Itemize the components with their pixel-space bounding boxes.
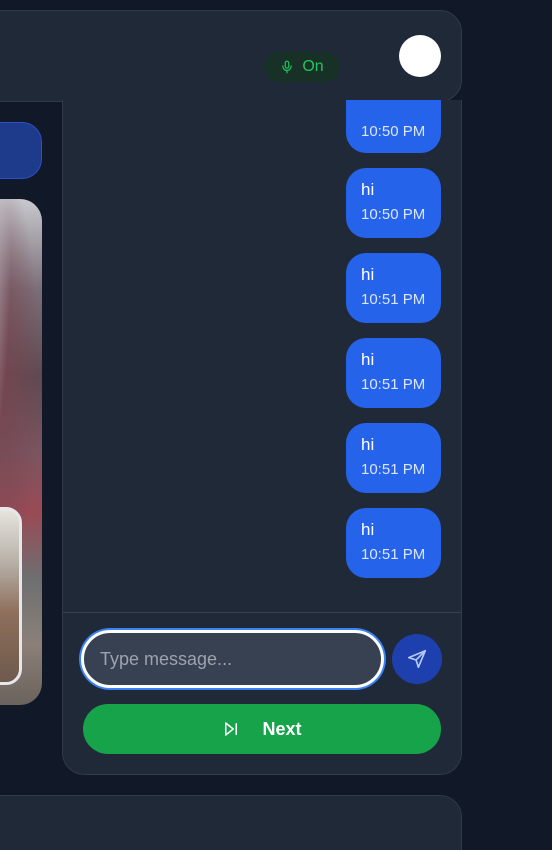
bottom-panel <box>0 795 462 850</box>
message-input[interactable] <box>81 630 384 688</box>
message-time: 10:50 PM <box>361 206 426 223</box>
header-bar: On <box>0 10 462 102</box>
mic-status-label: On <box>302 58 324 75</box>
message-text: hi <box>361 265 375 284</box>
local-video-preview <box>0 507 22 685</box>
message-bubble: hi 10:51 PM <box>346 508 441 578</box>
message-bubble: hi 10:51 PM <box>346 338 441 408</box>
composer-row <box>63 630 461 690</box>
send-button[interactable] <box>392 634 442 684</box>
send-icon <box>407 649 427 669</box>
chat-panel: 10:50 PM hi 10:50 PM hi 10:51 PM hi 10:5… <box>62 100 462 775</box>
message-text: hi <box>361 350 375 369</box>
message-bubble: hi 10:51 PM <box>346 423 441 493</box>
next-button-label: Next <box>262 718 302 739</box>
message-text: hi <box>361 180 375 199</box>
message-bubble: 10:50 PM <box>346 100 441 153</box>
message-time: 10:51 PM <box>361 461 426 478</box>
message-list[interactable]: 10:50 PM hi 10:50 PM hi 10:51 PM hi 10:5… <box>63 100 461 612</box>
left-panel-tab[interactable] <box>0 122 42 179</box>
message-time: 10:51 PM <box>361 546 426 563</box>
message-text: hi <box>361 435 375 454</box>
mic-status-toggle[interactable]: On <box>264 52 340 82</box>
avatar[interactable] <box>399 35 441 77</box>
app-page: On 10:50 PM hi 10:50 PM hi 10:51 PM hi 1… <box>0 0 552 850</box>
composer-divider <box>63 612 461 613</box>
skip-forward-icon <box>225 722 238 736</box>
message-bubble: hi 10:51 PM <box>346 253 441 323</box>
message-bubble: hi 10:50 PM <box>346 168 441 238</box>
message-time: 10:50 PM <box>361 123 426 140</box>
remote-video <box>0 199 42 705</box>
message-text: hi <box>361 520 375 539</box>
microphone-icon <box>282 60 292 74</box>
next-button[interactable]: Next <box>83 704 441 754</box>
message-time: 10:51 PM <box>361 291 426 308</box>
message-time: 10:51 PM <box>361 376 426 393</box>
